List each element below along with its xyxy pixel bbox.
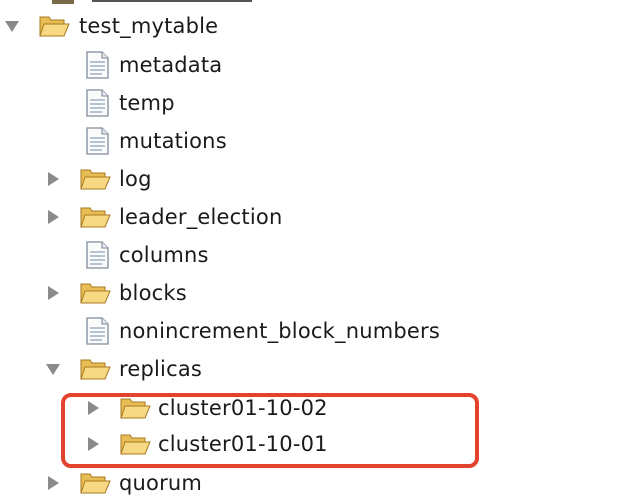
folder-open-icon bbox=[80, 169, 111, 190]
document-icon bbox=[86, 51, 109, 79]
partial-row-above bbox=[52, 0, 252, 4]
document-icon bbox=[86, 89, 109, 117]
chevron-right-icon[interactable] bbox=[48, 210, 59, 224]
document-icon bbox=[86, 241, 109, 269]
tree-row-mutations[interactable]: mutations bbox=[0, 123, 630, 159]
highlight-box bbox=[61, 393, 479, 468]
folder-open-icon bbox=[80, 473, 111, 494]
chevron-down-icon[interactable] bbox=[46, 364, 60, 375]
tree-item-label: quorum bbox=[119, 471, 203, 495]
tree-item-label: nonincrement_block_numbers bbox=[119, 319, 440, 343]
folder-open-icon bbox=[80, 359, 111, 380]
tree-item-label: blocks bbox=[119, 281, 187, 305]
tree-item-label: mutations bbox=[119, 129, 227, 153]
tree-item-label: replicas bbox=[119, 357, 203, 381]
tree-row-nonincrement-block-numbers[interactable]: nonincrement_block_numbers bbox=[0, 313, 630, 349]
tree-row-replicas[interactable]: replicas bbox=[0, 351, 630, 387]
tree-item-label: metadata bbox=[119, 53, 223, 77]
tree-item-label: columns bbox=[119, 243, 209, 267]
tree-row-quorum[interactable]: quorum bbox=[0, 465, 630, 501]
document-icon bbox=[86, 127, 109, 155]
tree-row-columns[interactable]: columns bbox=[0, 237, 630, 273]
tree-row-leader-election[interactable]: leader_election bbox=[0, 199, 630, 235]
tree-row-blocks[interactable]: blocks bbox=[0, 275, 630, 311]
folder-open-icon bbox=[39, 16, 70, 37]
tree-row-log[interactable]: log bbox=[0, 161, 630, 197]
document-icon bbox=[86, 317, 109, 345]
folder-open-icon bbox=[80, 207, 111, 228]
chevron-right-icon[interactable] bbox=[48, 286, 59, 300]
chevron-right-icon[interactable] bbox=[48, 476, 59, 490]
tree-item-label: log bbox=[119, 167, 152, 191]
tree-row-test-mytable[interactable]: test_mytable bbox=[0, 8, 630, 44]
tree-item-label: leader_election bbox=[119, 205, 283, 229]
chevron-down-icon[interactable] bbox=[5, 21, 19, 32]
tree-item-label: test_mytable bbox=[79, 14, 219, 38]
tree-row-metadata[interactable]: metadata bbox=[0, 47, 630, 83]
tree-row-temp[interactable]: temp bbox=[0, 85, 630, 121]
tree-item-label: temp bbox=[119, 91, 175, 115]
chevron-right-icon[interactable] bbox=[48, 172, 59, 186]
folder-open-icon bbox=[80, 283, 111, 304]
